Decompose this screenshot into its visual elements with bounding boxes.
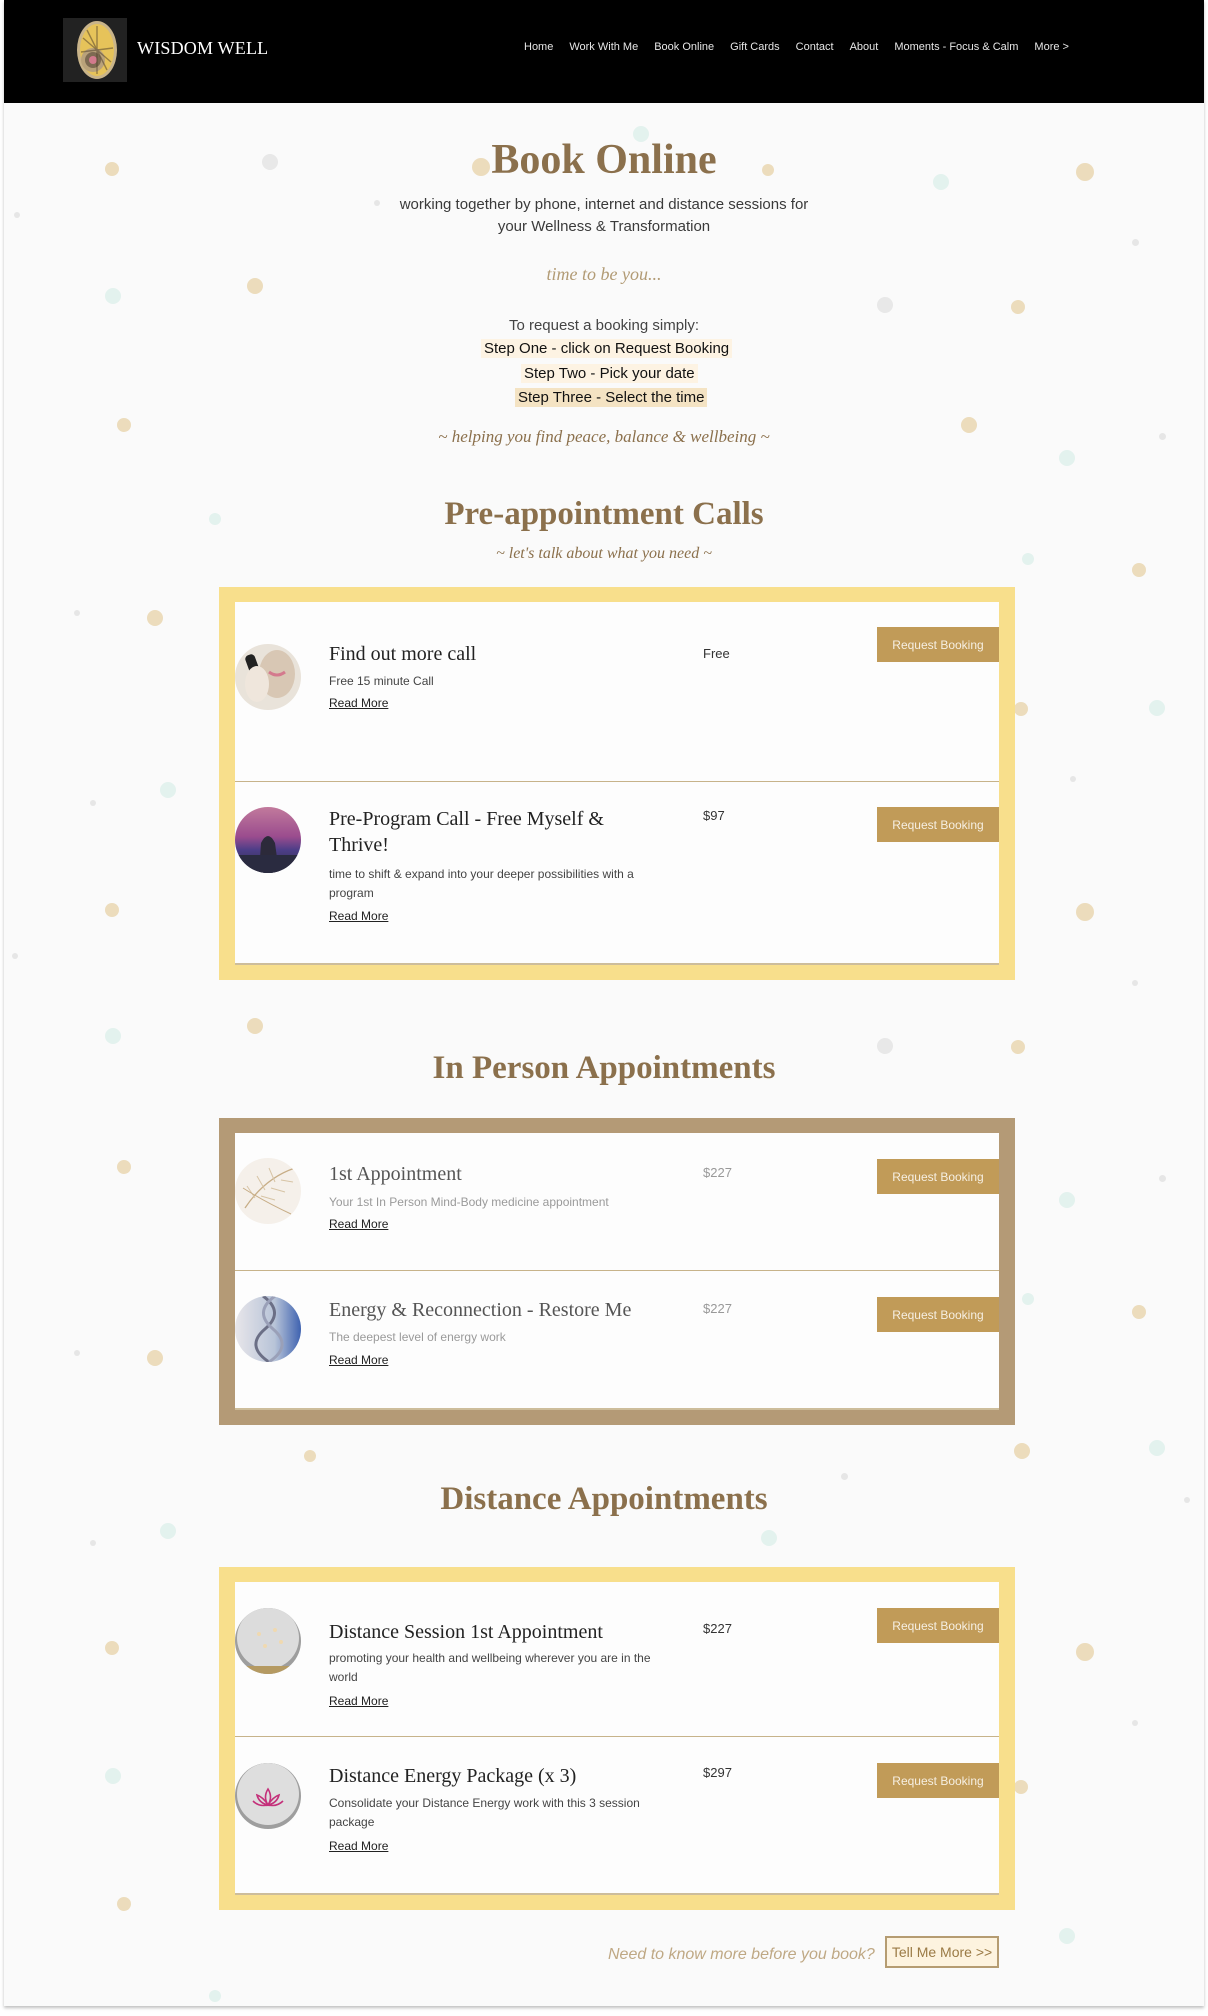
section-title-in-person: In Person Appointments — [432, 1050, 776, 1086]
read-more-link[interactable]: Read More — [329, 1353, 388, 1367]
page-title: Book Online — [491, 137, 717, 183]
nav-work-with-me[interactable]: Work With Me — [569, 41, 638, 53]
more-info-question: Need to know more before you book? — [608, 1946, 875, 1963]
service-description: The deepest level of energy work — [329, 1330, 506, 1344]
tagline: time to be you... — [546, 264, 662, 284]
request-booking-button[interactable]: Request Booking — [877, 1608, 999, 1643]
nav-contact[interactable]: Contact — [796, 41, 834, 53]
section-subtitle-pre-appointment: ~ let's talk about what you need ~ — [496, 545, 712, 562]
service-name: 1st Appointment — [329, 1163, 462, 1185]
read-more-link[interactable]: Read More — [329, 1694, 388, 1708]
sunset-silhouette-image[interactable] — [235, 807, 301, 873]
service-price: Free — [703, 646, 730, 661]
lotus-orb-image[interactable] — [235, 1763, 301, 1829]
service-name: Distance Energy Package (x 3) — [329, 1765, 577, 1787]
request-booking-button[interactable]: Request Booking — [877, 1159, 999, 1194]
service-item: Pre-Program Call - Free Myself & Thrive!… — [235, 782, 999, 965]
nav-book-online[interactable]: Book Online — [654, 41, 714, 53]
site-header: WISDOM WELL Home Work With Me Book Onlin… — [4, 0, 1204, 103]
service-name: Pre-Program Call - Free Myself & Thrive! — [329, 808, 604, 856]
brand-name[interactable]: WISDOM WELL — [137, 38, 268, 59]
request-booking-button[interactable]: Request Booking — [877, 1297, 999, 1332]
service-price: $227 — [703, 1621, 732, 1636]
service-list-in-person: 1st Appointment Your 1st In Person Mind-… — [219, 1118, 1015, 1425]
service-description: Your 1st In Person Mind-Body medicine ap… — [329, 1195, 609, 1209]
booking-instructions: To request a booking simply: — [508, 317, 700, 334]
service-name: Energy & Reconnection - Restore Me — [329, 1299, 632, 1321]
service-description: promoting your health and wellbeing wher… — [329, 1651, 651, 1684]
service-description: Consolidate your Distance Energy work wi… — [329, 1796, 640, 1829]
read-more-link[interactable]: Read More — [329, 1217, 388, 1231]
request-booking-button[interactable]: Request Booking — [877, 807, 999, 842]
service-name: Distance Session 1st Appointment — [329, 1621, 603, 1643]
motto: ~ helping you find peace, balance & well… — [438, 427, 770, 446]
ammonite-shell-logo-icon[interactable] — [63, 18, 127, 82]
service-price: $227 — [703, 1301, 732, 1316]
service-name: Find out more call — [329, 643, 477, 665]
service-item: Energy & Reconnection - Restore Me The d… — [235, 1271, 999, 1410]
service-description: Free 15 minute Call — [329, 674, 434, 688]
dna-image[interactable] — [235, 1296, 301, 1362]
tell-me-more-button[interactable]: Tell Me More >> — [885, 1936, 999, 1968]
request-booking-button[interactable]: Request Booking — [877, 1763, 999, 1798]
service-description: time to shift & expand into your deeper … — [329, 867, 634, 900]
section-title-pre-appointment: Pre-appointment Calls — [444, 496, 764, 532]
subtitle-line-1: working together by phone, internet and … — [399, 196, 809, 213]
service-item: Distance Energy Package (x 3) Consolidat… — [235, 1737, 999, 1895]
service-list-distance: Distance Session 1st Appointment promoti… — [219, 1567, 1015, 1910]
service-item: Distance Session 1st Appointment promoti… — [235, 1582, 999, 1737]
request-booking-button[interactable]: Request Booking — [877, 627, 999, 662]
nav-gift-cards[interactable]: Gift Cards — [730, 41, 780, 53]
main-nav: Home Work With Me Book Online Gift Cards… — [524, 41, 1085, 53]
nav-about[interactable]: About — [850, 41, 879, 53]
service-item: Find out more call Free 15 minute Call R… — [235, 602, 999, 782]
nav-home[interactable]: Home — [524, 41, 553, 53]
service-price: $297 — [703, 1765, 732, 1780]
subtitle-line-2: your Wellness & Transformation — [497, 218, 711, 235]
read-more-link[interactable]: Read More — [329, 1839, 388, 1853]
page: WISDOM WELL Home Work With Me Book Onlin… — [4, 0, 1204, 2006]
section-title-distance: Distance Appointments — [440, 1481, 768, 1517]
service-list-pre-appointment: Find out more call Free 15 minute Call R… — [219, 587, 1015, 980]
step-two: Step Two - Pick your date — [521, 364, 698, 383]
leaf-image[interactable] — [235, 1158, 301, 1224]
service-price: $97 — [703, 808, 725, 823]
step-one: Step One - click on Request Booking — [481, 339, 733, 358]
service-price: $227 — [703, 1165, 732, 1180]
page-subtitle: working together by phone, internet and … — [4, 194, 1204, 238]
glowing-orb-image[interactable] — [235, 1608, 301, 1674]
read-more-link[interactable]: Read More — [329, 696, 388, 710]
nav-more[interactable]: More > — [1034, 41, 1069, 53]
read-more-link[interactable]: Read More — [329, 909, 388, 923]
service-item: 1st Appointment Your 1st In Person Mind-… — [235, 1133, 999, 1271]
phone-call-image[interactable] — [235, 644, 301, 710]
nav-moments[interactable]: Moments - Focus & Calm — [894, 41, 1018, 53]
step-three: Step Three - Select the time — [515, 388, 708, 407]
